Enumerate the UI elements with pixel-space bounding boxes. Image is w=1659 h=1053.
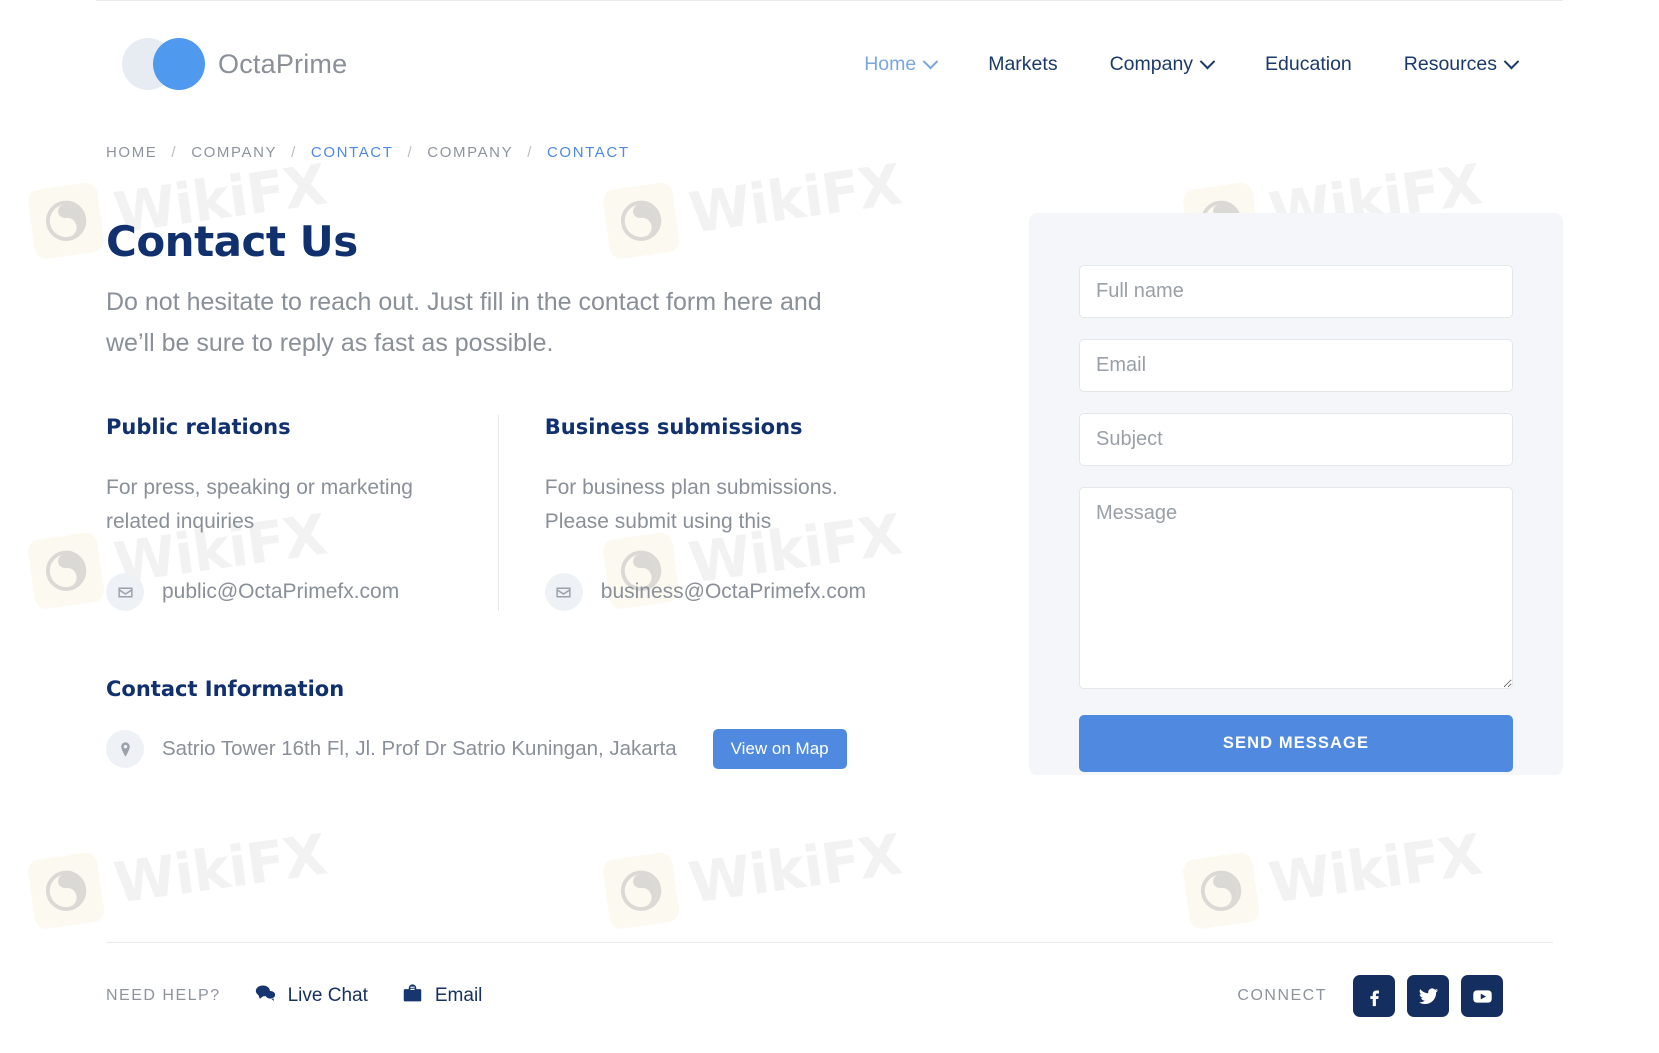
email-link[interactable]: Email (402, 983, 483, 1010)
view-on-map-button[interactable]: View on Map (712, 729, 847, 770)
watermark-text: WikiFX (685, 822, 905, 917)
youtube-link[interactable] (1461, 975, 1503, 1017)
need-help-group: NEED HELP? Live Chat Email (106, 983, 482, 1010)
email-envelope-icon (402, 983, 423, 1010)
watermark: WikiFX (1181, 820, 1486, 931)
business-submissions-email-row[interactable]: business@OctaPrimefx.com (544, 573, 866, 612)
youtube-icon (1472, 989, 1492, 1003)
chevron-down-icon (1503, 53, 1520, 69)
site-header: OctaPrime Home Markets Company Education… (0, 0, 1659, 128)
brand-logo[interactable]: OctaPrime (122, 38, 347, 90)
contact-information-row: Satrio Tower 16th Fl, Jl. Prof Dr Satrio… (106, 729, 906, 770)
wikifx-badge-icon (1181, 851, 1261, 931)
nav-item-label: Markets (988, 52, 1058, 75)
envelope-icon (544, 573, 583, 612)
main-nav: Home Markets Company Education Resources (864, 53, 1563, 76)
wikifx-badge-icon (601, 851, 681, 931)
message-textarea[interactable] (1079, 487, 1513, 689)
twitter-link[interactable] (1407, 975, 1449, 1017)
site-footer: NEED HELP? Live Chat Email CONNECT (0, 975, 1659, 1017)
breadcrumb-item-home[interactable]: HOME (106, 144, 157, 161)
breadcrumb-separator: / (407, 144, 414, 161)
envelope-icon (106, 573, 144, 612)
contact-left-column: Contact Us Do not hesitate to reach out.… (96, 217, 906, 775)
breadcrumb-separator: / (291, 144, 297, 161)
business-submissions-column: Business submissions For business plan s… (497, 415, 906, 612)
social-links (1353, 975, 1503, 1017)
send-message-button[interactable]: SEND MESSAGE (1079, 715, 1513, 772)
breadcrumb-separator: / (171, 144, 178, 161)
nav-item-label: Home (864, 52, 917, 75)
nav-item-education[interactable]: Education (1265, 53, 1352, 76)
facebook-link[interactable] (1353, 975, 1395, 1017)
breadcrumb-item-contact-2[interactable]: CONTACT (547, 144, 630, 161)
subject-input[interactable] (1079, 413, 1513, 466)
twitter-icon (1418, 987, 1438, 1004)
map-pin-icon (106, 730, 144, 769)
facebook-icon (1369, 990, 1379, 1006)
need-help-label: NEED HELP? (106, 987, 221, 1004)
public-relations-email[interactable]: public@OctaPrimefx.com (162, 580, 399, 604)
wikifx-badge-icon (26, 851, 106, 931)
main-content: Contact Us Do not hesitate to reach out.… (0, 213, 1659, 775)
footer-divider (106, 942, 1553, 943)
nav-item-label: Education (1265, 52, 1352, 75)
business-submissions-body: For business plan submissions. Please su… (544, 476, 838, 534)
email-input[interactable] (1079, 339, 1513, 392)
chevron-down-icon (1199, 53, 1216, 69)
breadcrumb-item-company-2[interactable]: COMPANY (427, 144, 513, 161)
email-label: Email (434, 985, 483, 1006)
page-subtitle: Do not hesitate to reach out. Just fill … (106, 288, 822, 357)
nav-item-home[interactable]: Home (864, 52, 939, 76)
brand-name: OctaPrime (218, 48, 348, 79)
public-relations-title: Public relations (106, 415, 291, 439)
contact-address: Satrio Tower 16th Fl, Jl. Prof Dr Satrio… (162, 737, 677, 761)
breadcrumb-separator: / (527, 144, 533, 161)
breadcrumb-item-company[interactable]: COMPANY (191, 144, 277, 161)
contact-information-block: Contact Information Satrio Tower 16th Fl… (106, 677, 906, 770)
live-chat-link[interactable]: Live Chat (255, 983, 368, 1010)
page-title: Contact Us (106, 217, 358, 266)
connect-group: CONNECT (1237, 975, 1563, 1017)
watermark-text: WikiFX (110, 822, 330, 917)
nav-item-label: Company (1109, 52, 1194, 75)
chevron-down-icon (922, 53, 939, 69)
public-relations-column: Public relations For press, speaking or … (106, 415, 498, 612)
public-relations-body: For press, speaking or marketing related… (106, 476, 413, 534)
two-circles-logo-icon (122, 38, 206, 90)
watermark: WikiFX (26, 820, 331, 931)
chat-bubbles-icon (255, 983, 276, 1010)
nav-item-resources[interactable]: Resources (1403, 52, 1520, 76)
nav-item-markets[interactable]: Markets (988, 53, 1057, 76)
business-submissions-title: Business submissions (544, 415, 803, 439)
contact-information-title: Contact Information (106, 677, 345, 702)
watermark: WikiFX (601, 820, 906, 931)
business-submissions-email[interactable]: business@OctaPrimefx.com (601, 580, 866, 604)
connect-label: CONNECT (1237, 987, 1327, 1004)
live-chat-label: Live Chat (287, 985, 368, 1006)
nav-item-label: Resources (1403, 52, 1497, 75)
nav-item-company[interactable]: Company (1109, 52, 1216, 76)
contact-form-panel: SEND MESSAGE (1029, 213, 1563, 775)
breadcrumb-item-contact[interactable]: CONTACT (311, 144, 394, 161)
breadcrumb: HOME / COMPANY / CONTACT / COMPANY / CON… (10, 144, 1659, 161)
contact-columns: Public relations For press, speaking or … (106, 415, 906, 612)
full-name-input[interactable] (1079, 265, 1513, 318)
watermark-text: WikiFX (1265, 822, 1485, 917)
public-relations-email-row[interactable]: public@OctaPrimefx.com (106, 573, 458, 612)
